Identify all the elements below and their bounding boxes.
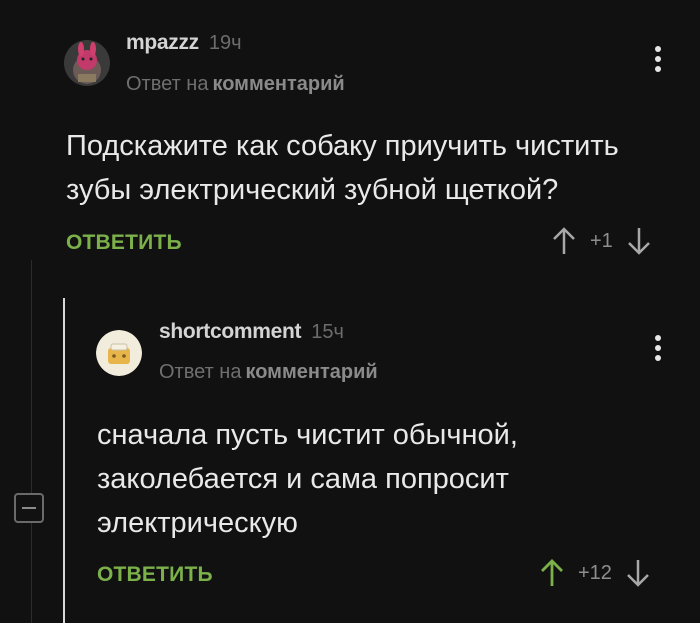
minus-icon — [22, 507, 36, 509]
arrow-up-icon[interactable] — [552, 226, 576, 256]
arrow-up-icon[interactable] — [540, 558, 564, 588]
more-vertical-icon[interactable] — [653, 335, 663, 361]
comment-text-line: заколебается и сама попросит — [97, 463, 509, 495]
author-line: shortcomment 15ч — [159, 320, 344, 344]
vote-controls: +12 — [540, 558, 650, 588]
collapse-thread-button[interactable] — [14, 493, 44, 523]
avatar[interactable] — [64, 40, 110, 86]
vote-score: +1 — [590, 229, 613, 252]
comment-time: 19ч — [208, 32, 242, 54]
comment-text: Подскажите как собаку приучить чистить з… — [66, 124, 619, 212]
comment-text-line: сначала пусть чистит обычной, — [97, 419, 518, 451]
comment-thread: mpazzz 19ч Ответ на комментарий Подскажит… — [0, 0, 700, 623]
thread-guide-line — [31, 260, 32, 623]
reply-to-link[interactable]: комментарий — [212, 73, 344, 95]
arrow-down-icon[interactable] — [626, 558, 650, 588]
reply-to-prefix: Ответ на — [126, 73, 209, 95]
arrow-down-icon[interactable] — [627, 226, 651, 256]
vote-controls: +1 — [552, 226, 651, 256]
avatar-image — [96, 330, 142, 376]
reply-button[interactable]: ОТВЕТИТЬ — [97, 563, 213, 587]
avatar-image — [64, 40, 110, 86]
reply-to-prefix: Ответ на — [159, 361, 242, 383]
reply-to-line: Ответ на комментарий — [126, 73, 345, 96]
author-name[interactable]: shortcomment — [159, 320, 302, 344]
reply-thread-line[interactable] — [63, 298, 65, 623]
comment-text-line: электрическую — [97, 507, 298, 539]
comment-text-line: Подскажите как собаку приучить чистить — [66, 130, 619, 162]
comment-text: сначала пусть чистит обычной, заколебает… — [97, 413, 518, 545]
reply-to-link[interactable]: комментарий — [245, 361, 377, 383]
reply-to-line: Ответ на комментарий — [159, 361, 378, 384]
avatar[interactable] — [96, 330, 142, 376]
more-vertical-icon[interactable] — [653, 46, 663, 72]
vote-score: +12 — [578, 561, 612, 584]
reply-button[interactable]: ОТВЕТИТЬ — [66, 231, 182, 255]
author-line: mpazzz 19ч — [126, 31, 242, 55]
comment-text-line: зубы электрический зубной щеткой? — [66, 174, 559, 206]
author-name[interactable]: mpazzz — [126, 31, 199, 55]
comment-time: 15ч — [311, 321, 344, 343]
